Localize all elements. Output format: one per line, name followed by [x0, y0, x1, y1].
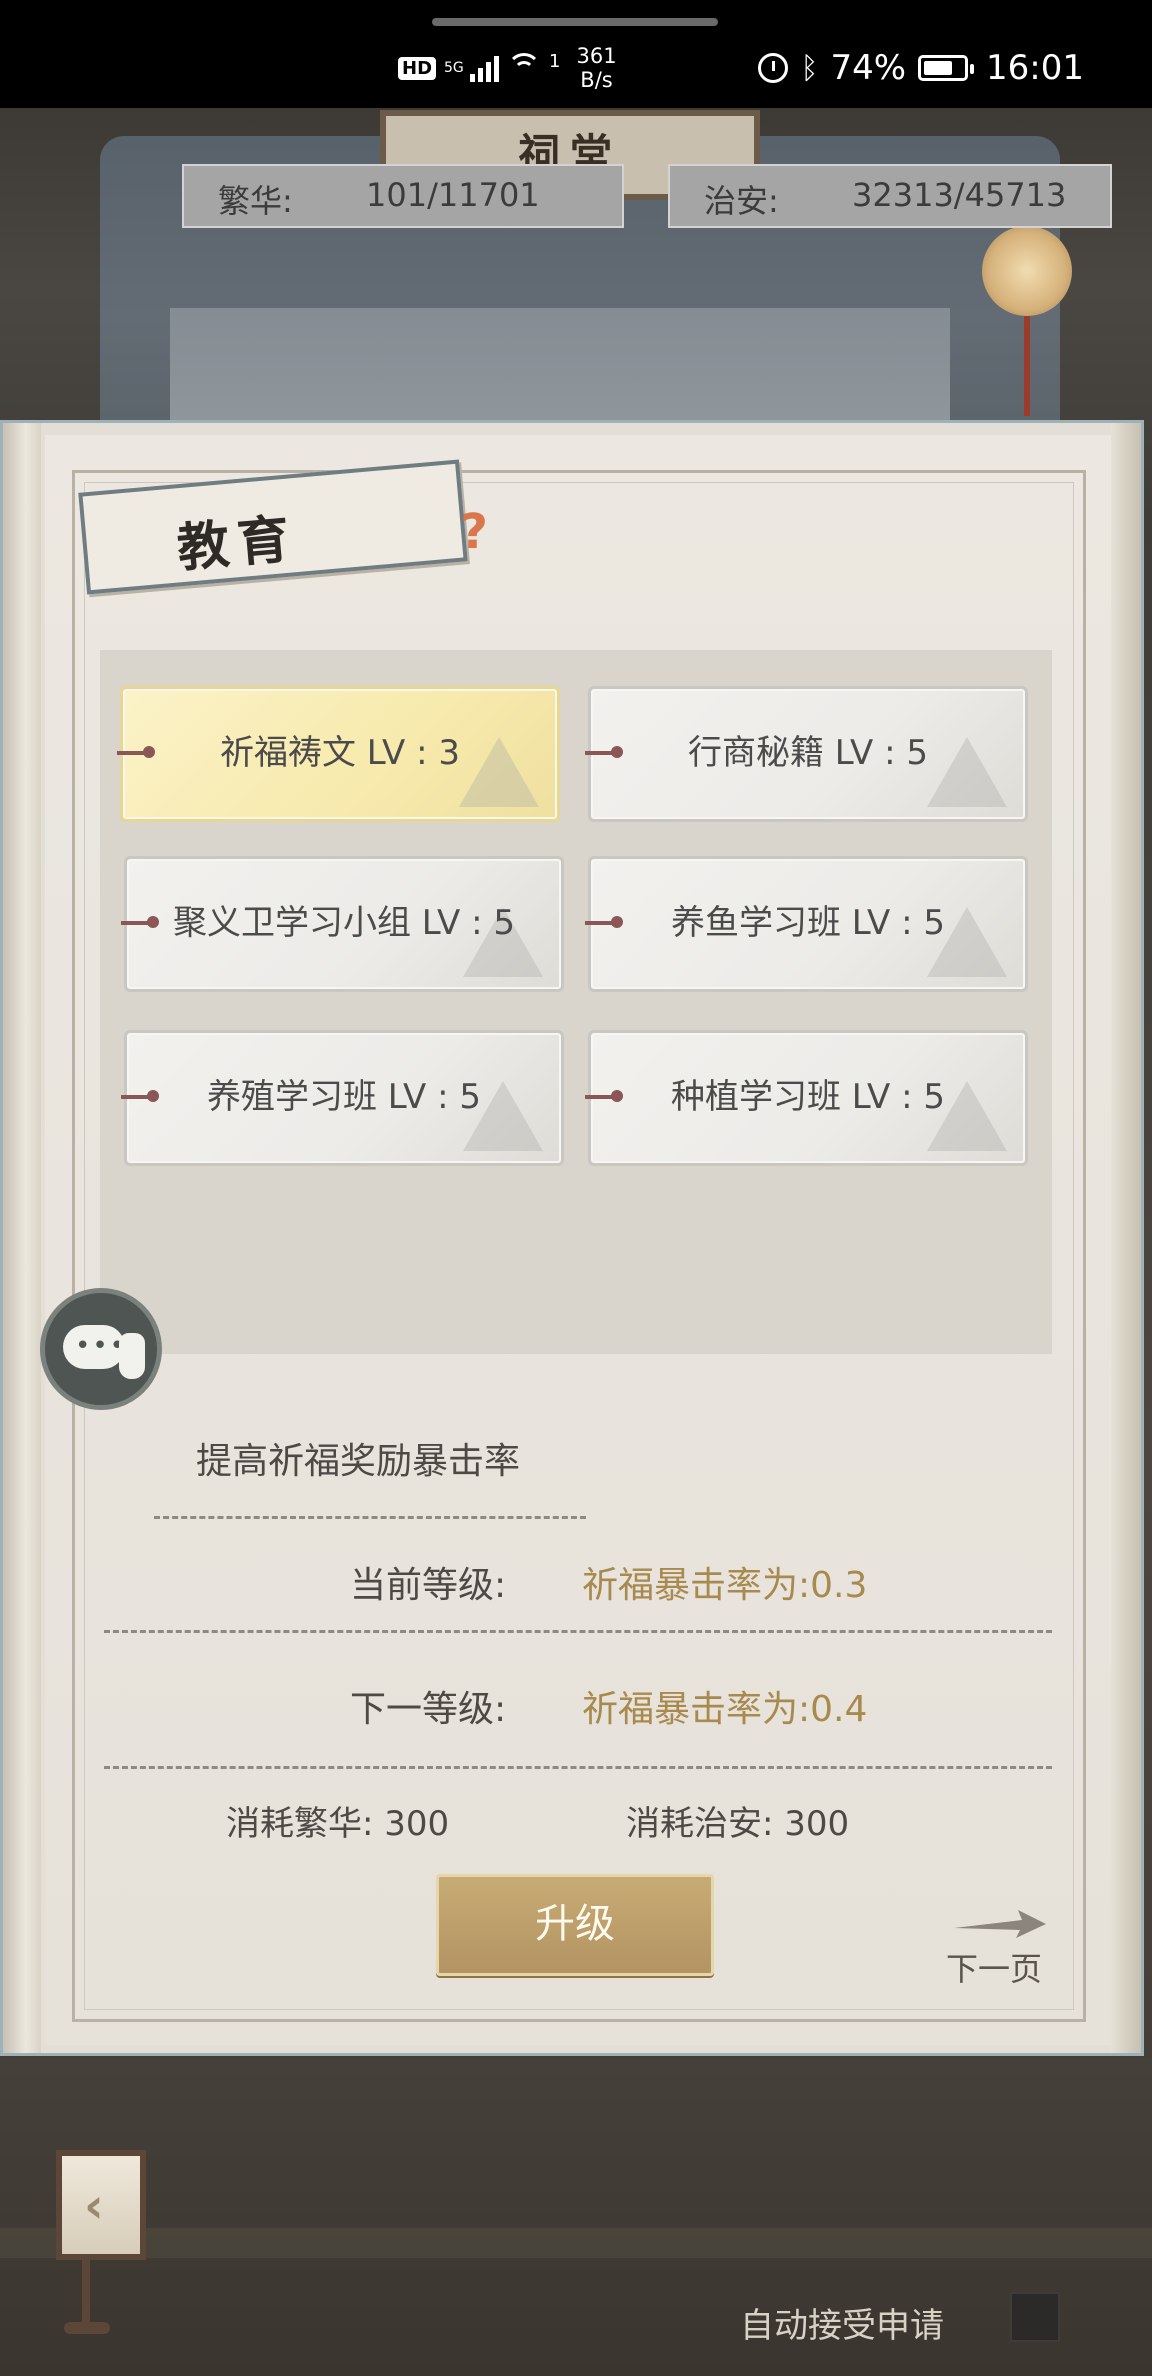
next-level-value: 祈福暴击率为:0.4	[582, 1689, 868, 1730]
status-left: HD 5G 1 361 B/s	[398, 44, 617, 92]
lantern-foot	[64, 2322, 110, 2334]
floor	[0, 2058, 1152, 2376]
pin-icon	[121, 1090, 159, 1102]
hotspot-icon	[507, 53, 542, 83]
status-right: ᛒ 74% 16:01	[758, 44, 1084, 92]
floor-line	[0, 2228, 1152, 2258]
security-label: 治安:	[704, 182, 779, 220]
book-edge	[1111, 423, 1141, 2053]
alarm-icon	[758, 53, 789, 83]
book-spine	[3, 423, 41, 2053]
speed-unit: B/s	[580, 68, 613, 92]
pin-icon	[585, 1090, 623, 1102]
skill-label: 聚义卫学习小组 LV : 5	[173, 903, 515, 943]
lantern-pole	[82, 2260, 90, 2326]
skill-card-planting[interactable]: 种植学习班 LV : 5	[585, 1030, 1028, 1166]
current-level-label: 当前等级:	[350, 1565, 507, 1606]
hd-badge: HD	[398, 56, 437, 80]
question-icon[interactable]: ?	[456, 502, 492, 562]
mountain-decoration	[927, 737, 1007, 807]
skill-card-fish-farming[interactable]: 养鱼学习班 LV : 5	[585, 856, 1028, 992]
skill-card-prayer[interactable]: 祈福祷文 LV : 3	[117, 686, 560, 822]
network-type: 5G	[444, 60, 464, 76]
battery-percent: 74%	[830, 48, 907, 88]
cost-security: 消耗治安: 300	[626, 1804, 850, 1844]
pin-icon	[121, 916, 159, 928]
next-page-label[interactable]: 下一页	[946, 1944, 1042, 1990]
prosperity-label: 繁华:	[218, 182, 293, 220]
upgrade-button[interactable]: 升级	[436, 1874, 714, 1976]
skill-label: 行商秘籍 LV : 5	[688, 733, 928, 773]
back-lantern-button[interactable]: ‹	[56, 2150, 146, 2260]
pin-icon	[585, 746, 623, 758]
clock: 16:01	[986, 48, 1084, 88]
skill-card-breeding[interactable]: 养殖学习班 LV : 5	[121, 1030, 564, 1166]
cost-prosperity: 消耗繁华: 300	[226, 1804, 450, 1844]
security-display: 治安: 32313/45713	[668, 164, 1112, 228]
prosperity-display: 繁华: 101/11701	[182, 164, 624, 228]
auto-accept-label: 自动接受申请	[740, 2306, 944, 2346]
divider	[104, 1766, 1052, 1769]
skill-card-guard-study[interactable]: 聚义卫学习小组 LV : 5	[121, 856, 564, 992]
current-level-value: 祈福暴击率为:0.3	[582, 1565, 868, 1606]
divider	[154, 1516, 586, 1519]
mountain-decoration	[459, 737, 539, 807]
next-level-label: 下一等级:	[350, 1689, 507, 1730]
speed-value: 361	[576, 44, 617, 68]
skill-grid: 祈福祷文 LV : 3 行商秘籍 LV : 5 聚义卫学习小组 LV : 5 养…	[100, 650, 1052, 1354]
data-indicator: 1	[549, 50, 561, 72]
notch-indicator	[432, 18, 718, 26]
next-page-arrow-icon[interactable]	[952, 1906, 1048, 1942]
skill-label: 养鱼学习班 LV : 5	[671, 903, 945, 943]
security-value: 32313/45713	[852, 176, 1067, 214]
pin-icon	[117, 746, 155, 758]
skill-description: 提高祈福奖励暴击率	[196, 1441, 521, 1482]
divider	[104, 1630, 1052, 1633]
chat-button[interactable]: •••	[40, 1288, 162, 1410]
signal-icon	[470, 54, 500, 82]
skill-label: 种植学习班 LV : 5	[671, 1077, 945, 1117]
skill-label: 祈福祷文 LV : 3	[220, 733, 460, 773]
bluetooth-icon: ᛒ	[800, 50, 819, 86]
back-arrow-icon: ‹	[84, 2178, 104, 2234]
auto-accept-checkbox[interactable]	[1010, 2292, 1060, 2342]
pin-icon	[585, 916, 623, 928]
lantern-decoration	[982, 226, 1072, 316]
status-bar: HD 5G 1 361 B/s ᛒ 74% 16:01	[0, 0, 1152, 108]
wine-jar-icon	[119, 1333, 145, 1379]
skill-label: 养殖学习班 LV : 5	[207, 1077, 481, 1117]
battery-icon	[918, 55, 975, 81]
prosperity-value: 101/11701	[366, 176, 540, 214]
skill-card-merchant[interactable]: 行商秘籍 LV : 5	[585, 686, 1028, 822]
lantern-tassel	[1024, 316, 1030, 416]
network-speed: 361 B/s	[576, 44, 616, 92]
